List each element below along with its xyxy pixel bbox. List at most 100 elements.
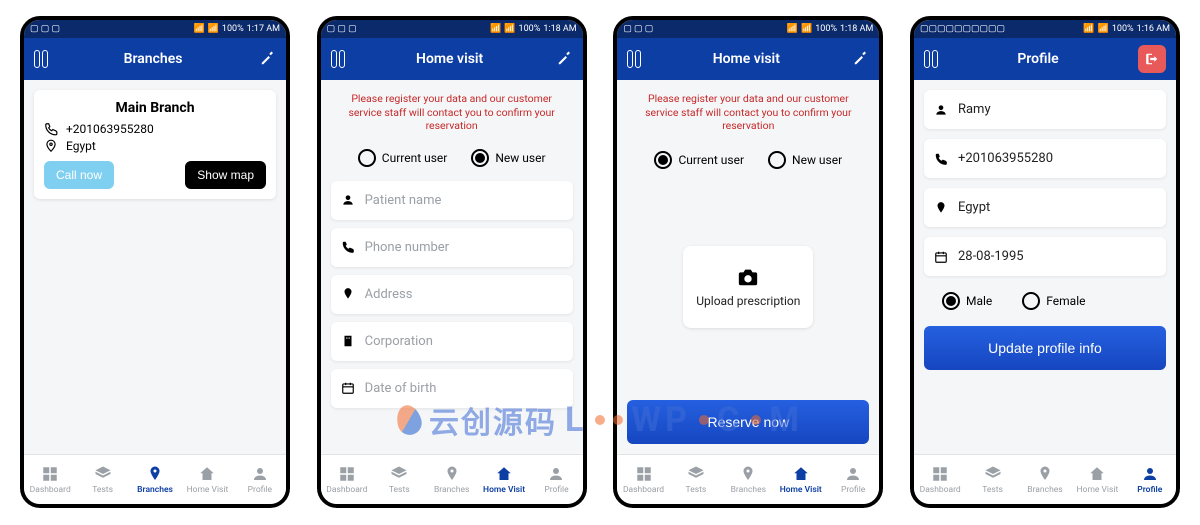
nav-dashboard[interactable]: Dashboard — [617, 455, 669, 504]
nav-dashboard[interactable]: Dashboard — [321, 455, 373, 504]
syringe-icon[interactable] — [851, 50, 869, 68]
nav-tests[interactable]: Tests — [966, 455, 1018, 504]
nav-profile[interactable]: Profile — [1124, 455, 1176, 504]
nav-label: Branches — [434, 485, 469, 495]
radio-label: Current user — [678, 153, 744, 167]
name-field[interactable]: Ramy — [924, 90, 1166, 129]
nav-label: Profile — [841, 485, 865, 495]
nav-home-visit[interactable]: Home Visit — [1071, 455, 1123, 504]
dashboard-icon — [931, 465, 949, 483]
clock: 1:17 AM — [247, 24, 280, 34]
nav-branches[interactable]: Branches — [425, 455, 477, 504]
battery-level: 100% — [1112, 24, 1134, 34]
nav-home-visit[interactable]: Home Visit — [478, 455, 530, 504]
radio-label: Female — [1046, 294, 1085, 308]
nav-label: Tests — [686, 485, 707, 495]
placeholder: Phone number — [365, 240, 449, 255]
nav-branches[interactable]: Branches — [129, 455, 181, 504]
page-title: Profile — [938, 51, 1138, 67]
nav-dashboard[interactable]: Dashboard — [24, 455, 76, 504]
phone-icon — [341, 240, 355, 254]
nav-branches[interactable]: Branches — [1019, 455, 1071, 504]
nav-label: Tests — [92, 485, 113, 495]
country-field[interactable]: Egypt — [924, 188, 1166, 227]
logout-button[interactable] — [1138, 45, 1166, 73]
bottom-nav: Dashboard Tests Branches Home Visit Prof… — [617, 454, 879, 504]
radio-new-user[interactable]: New user — [768, 151, 842, 169]
phone-field[interactable]: +201063955280 — [924, 139, 1166, 178]
upload-label: Upload prescription — [696, 294, 800, 308]
profile-icon — [844, 465, 862, 483]
status-bar: ▢ ▢ ▢ 📶📶100%1:18 AM — [617, 20, 879, 38]
app-bar: Home visit — [617, 38, 879, 80]
syringe-icon[interactable] — [258, 50, 276, 68]
branch-title: Main Branch — [44, 100, 266, 116]
field-value: 28-08-1995 — [958, 249, 1024, 264]
dashboard-icon — [41, 465, 59, 483]
call-button[interactable]: Call now — [44, 161, 114, 189]
radio-current-user[interactable]: Current user — [654, 151, 744, 169]
radio-male[interactable]: Male — [942, 292, 992, 310]
instruction-text: Please register your data and our custom… — [331, 90, 573, 135]
pin-icon — [1036, 465, 1054, 483]
placeholder: Patient name — [365, 193, 442, 208]
reserve-button[interactable]: Reserve now — [627, 400, 869, 444]
nav-tests[interactable]: Tests — [76, 455, 128, 504]
status-bar: ▢ ▢ ▢ 📶📶100%1:18 AM — [321, 20, 583, 38]
nav-profile[interactable]: Profile — [234, 455, 286, 504]
bottom-nav: Dashboard Tests Branches Home Visit Prof… — [914, 454, 1176, 504]
radio-label: New user — [495, 151, 545, 165]
gender-radio-group: Male Female — [924, 286, 1166, 316]
nav-profile[interactable]: Profile — [530, 455, 582, 504]
tubes-icon — [627, 50, 641, 68]
dob-field[interactable]: Date of birth — [331, 369, 573, 408]
country-value: Egypt — [66, 139, 96, 153]
calendar-icon — [934, 250, 948, 264]
status-bar: ▢ ▢ ▢ 📶📶 100% 1:17 AM — [24, 20, 286, 38]
location-row: Egypt — [44, 139, 266, 153]
nav-label: Branches — [137, 485, 173, 495]
upload-prescription-button[interactable]: Upload prescription — [683, 246, 813, 328]
nav-label: Profile — [544, 485, 568, 495]
address-field[interactable]: Address — [331, 275, 573, 314]
nav-label: Home Visit — [780, 485, 822, 495]
nav-dashboard[interactable]: Dashboard — [914, 455, 966, 504]
nav-tests[interactable]: Tests — [373, 455, 425, 504]
nav-label: Dashboard — [30, 485, 71, 495]
nav-home-visit[interactable]: Home Visit — [181, 455, 233, 504]
nav-branches[interactable]: Branches — [722, 455, 774, 504]
placeholder: Date of birth — [365, 381, 437, 396]
update-profile-button[interactable]: Update profile info — [924, 326, 1166, 370]
nav-label: Branches — [1027, 485, 1062, 495]
radio-female[interactable]: Female — [1022, 292, 1085, 310]
show-map-button[interactable]: Show map — [185, 161, 266, 189]
user-type-radio-group: Current user New user — [331, 143, 573, 173]
pin-icon — [739, 465, 757, 483]
app-bar: Branches — [24, 38, 286, 80]
profile-icon — [251, 465, 269, 483]
phone-branches: ▢ ▢ ▢ 📶📶 100% 1:17 AM Branches Main Bran… — [20, 16, 290, 508]
layers-icon — [390, 465, 408, 483]
home-icon — [198, 465, 216, 483]
tubes-icon — [34, 50, 48, 68]
profile-icon — [1141, 465, 1159, 483]
nav-home-visit[interactable]: Home Visit — [775, 455, 827, 504]
battery-level: 100% — [222, 24, 244, 34]
page-title: Branches — [48, 51, 258, 67]
patient-name-field[interactable]: Patient name — [331, 181, 573, 220]
radio-icon — [471, 149, 489, 167]
phone-number-field[interactable]: Phone number — [331, 228, 573, 267]
nav-profile[interactable]: Profile — [827, 455, 879, 504]
dashboard-icon — [338, 465, 356, 483]
nav-label: Dashboard — [326, 485, 367, 495]
home-icon — [1088, 465, 1106, 483]
syringe-icon[interactable] — [555, 50, 573, 68]
dob-field[interactable]: 28-08-1995 — [924, 237, 1166, 276]
corporation-field[interactable]: Corporation — [331, 322, 573, 361]
radio-current-user[interactable]: Current user — [358, 149, 448, 167]
location-icon — [341, 287, 355, 301]
tubes-icon — [331, 50, 345, 68]
layers-icon — [984, 465, 1002, 483]
radio-new-user[interactable]: New user — [471, 149, 545, 167]
nav-tests[interactable]: Tests — [670, 455, 722, 504]
